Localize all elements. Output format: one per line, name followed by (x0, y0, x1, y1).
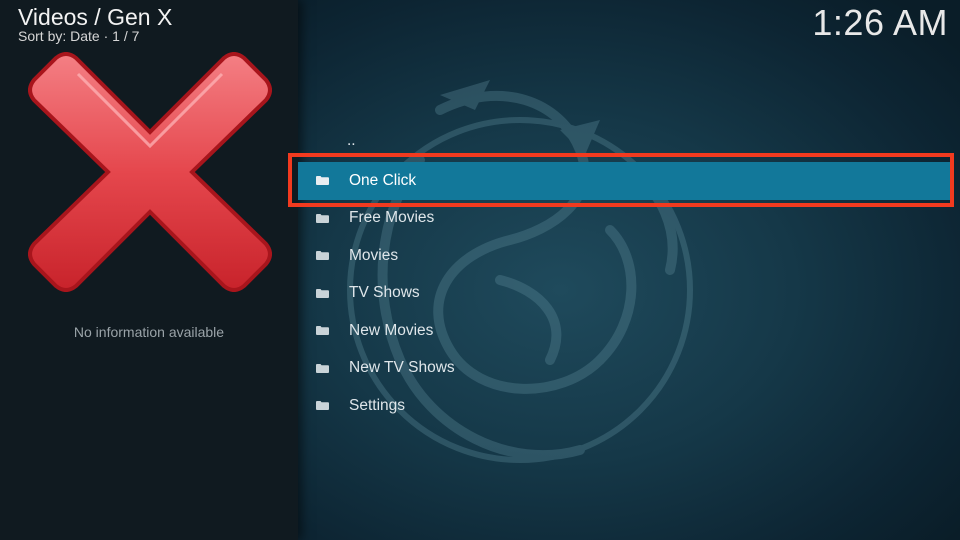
list-item-settings[interactable]: Settings (298, 387, 960, 425)
list-item-tv-shows[interactable]: TV Shows (298, 275, 960, 313)
file-list: .. One Click Free Movies Movies TV Shows… (298, 124, 960, 425)
list-item-label: New TV Shows (349, 359, 455, 377)
breadcrumb-title: Videos / Gen X (18, 4, 173, 30)
list-item-new-movies[interactable]: New Movies (298, 312, 960, 350)
sort-and-count: Sort by: Date · 1 / 7 (18, 28, 140, 44)
list-item-label: New Movies (349, 321, 434, 339)
list-item-free-movies[interactable]: Free Movies (298, 200, 960, 238)
parent-folder-label: .. (347, 132, 356, 149)
list-item-label: Free Movies (349, 209, 435, 227)
folder-icon (316, 175, 329, 185)
list-item-label: Settings (349, 396, 406, 414)
list-item-label: One Click (349, 171, 417, 189)
folder-icon (316, 401, 329, 410)
parent-folder-item[interactable]: .. (298, 124, 960, 162)
folder-icon (316, 363, 329, 373)
folder-icon (316, 213, 329, 223)
folder-icon (316, 288, 329, 298)
list-item-label: TV Shows (349, 284, 420, 302)
folder-icon (316, 251, 329, 260)
list-item-label: Movies (349, 246, 399, 264)
list-item-one-click[interactable]: One Click (298, 161, 952, 200)
info-panel: No information available (0, 0, 298, 540)
kodi-screen: No information available Videos / Gen X … (0, 0, 960, 540)
no-information-label: No information available (73, 324, 225, 340)
folder-icon (316, 326, 329, 335)
red-x-icon (28, 52, 272, 292)
clock: 1:26 AM (812, 2, 948, 43)
list-item-movies[interactable]: Movies (298, 237, 960, 275)
list-item-new-tv-shows[interactable]: New TV Shows (298, 350, 960, 388)
